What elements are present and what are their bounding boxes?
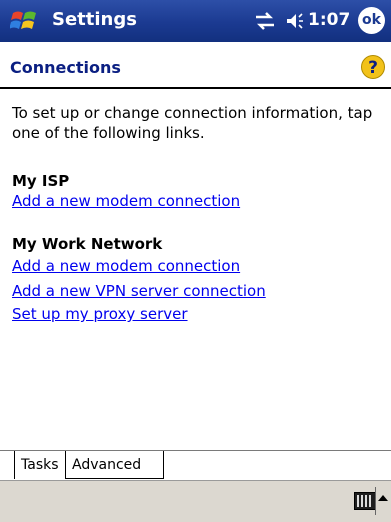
- page-title: Connections: [10, 58, 121, 77]
- connectivity-icon[interactable]: [254, 11, 276, 31]
- ok-button[interactable]: ok: [358, 7, 385, 34]
- app-title[interactable]: Settings: [52, 9, 137, 30]
- keyboard-icon[interactable]: [354, 492, 376, 510]
- up-arrow-icon[interactable]: [378, 495, 388, 501]
- help-icon[interactable]: ?: [361, 55, 385, 79]
- tab-advanced[interactable]: Advanced: [66, 451, 164, 479]
- menu-bar: [0, 480, 391, 522]
- page-header: Connections ?: [0, 42, 391, 86]
- tab-strip: Tasks Advanced: [0, 450, 391, 481]
- section-heading-my-isp: My ISP: [12, 172, 70, 190]
- header-divider: [0, 87, 391, 89]
- link-work-add-modem[interactable]: Add a new modem connection: [12, 257, 240, 275]
- link-work-add-vpn[interactable]: Add a new VPN server connection: [12, 282, 266, 300]
- speaker-icon[interactable]: [285, 11, 305, 31]
- title-bar: Settings 1:07 ok: [0, 0, 391, 42]
- clock[interactable]: 1:07: [308, 10, 350, 30]
- intro-text: To set up or change connection informati…: [12, 104, 373, 142]
- link-isp-add-modem[interactable]: Add a new modem connection: [12, 192, 240, 210]
- tab-tasks[interactable]: Tasks: [14, 451, 66, 479]
- divider: [375, 487, 376, 515]
- section-heading-my-work-network: My Work Network: [12, 235, 163, 253]
- link-work-proxy-server[interactable]: Set up my proxy server: [12, 305, 188, 323]
- windows-flag-icon[interactable]: [10, 7, 40, 35]
